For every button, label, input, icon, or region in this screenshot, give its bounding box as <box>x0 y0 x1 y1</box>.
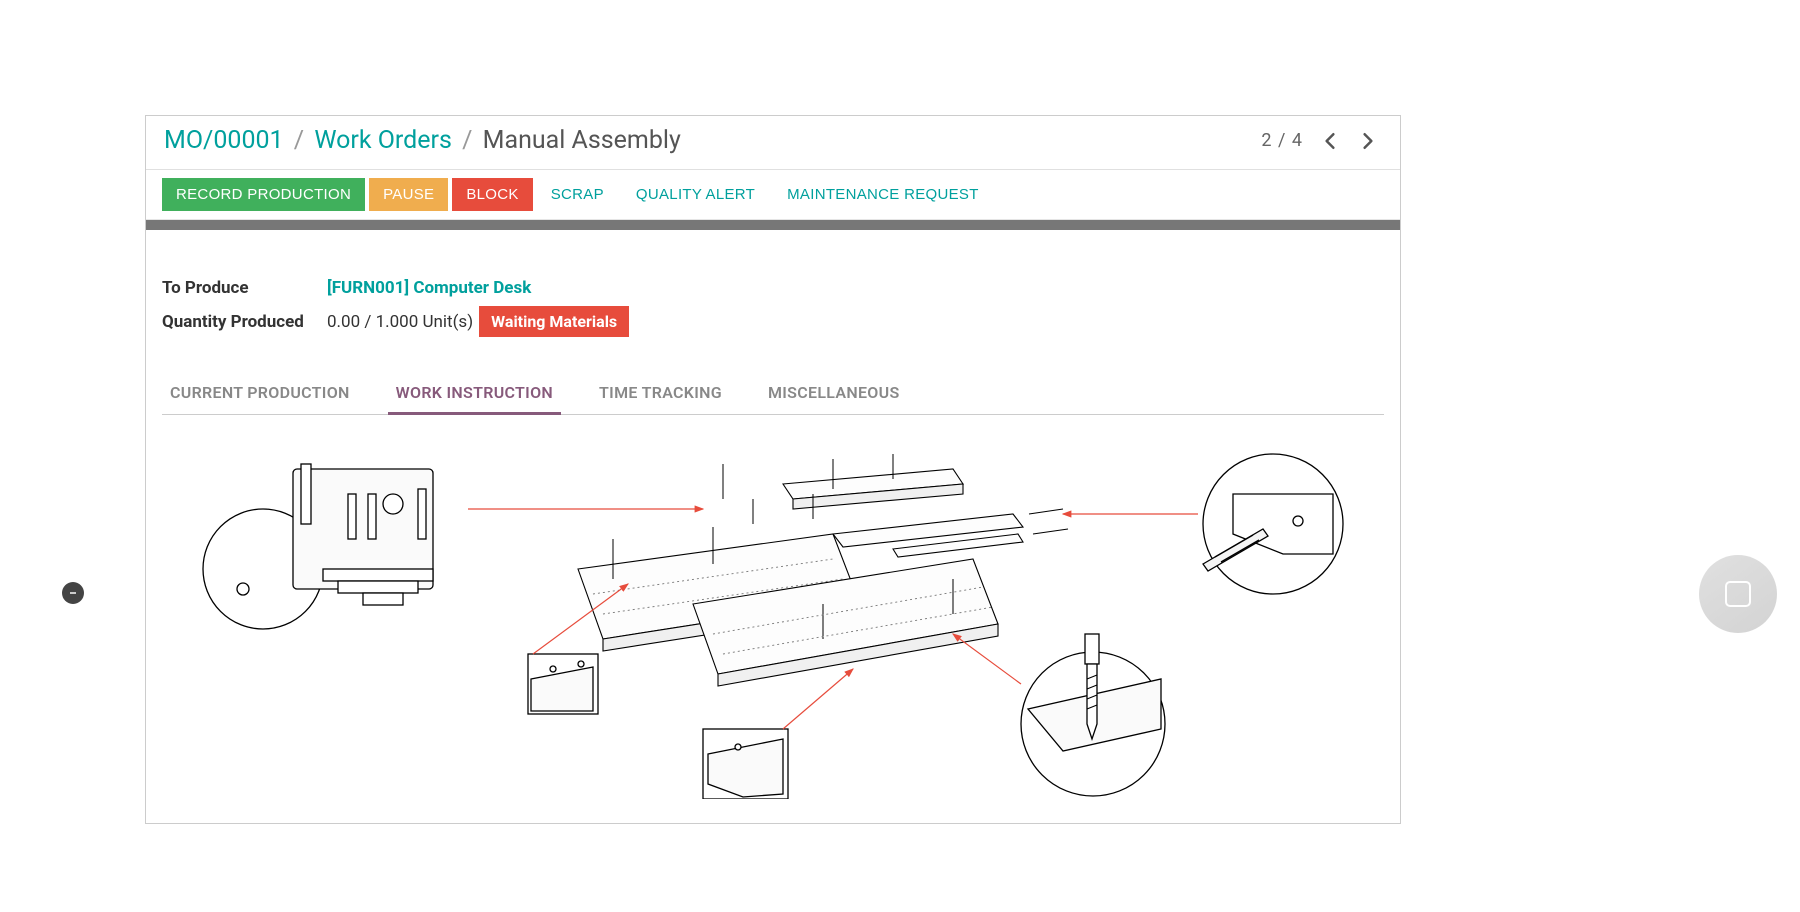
work-order-panel: MO/00001 / Work Orders / Manual Assembly… <box>145 115 1401 824</box>
tab-time-tracking[interactable]: TIME TRACKING <box>591 373 730 415</box>
header-row: MO/00001 / Work Orders / Manual Assembly… <box>146 116 1400 170</box>
breadcrumb-current: Manual Assembly <box>483 126 681 155</box>
progress-divider <box>146 220 1400 230</box>
tab-miscellaneous[interactable]: MISCELLANEOUS <box>760 373 908 415</box>
maintenance-request-button[interactable]: MAINTENANCE REQUEST <box>773 178 993 211</box>
product-link[interactable]: [FURN001] Computer Desk <box>327 278 531 298</box>
breadcrumb-separator: / <box>462 126 472 155</box>
info-section: To Produce [FURN001] Computer Desk Quant… <box>162 278 1384 337</box>
pager-prev-button[interactable] <box>1316 127 1344 155</box>
to-produce-label: To Produce <box>162 278 327 298</box>
chevron-right-icon <box>1362 132 1374 150</box>
tab-work-instruction[interactable]: WORK INSTRUCTION <box>388 373 561 415</box>
pause-button[interactable]: PAUSE <box>369 178 448 211</box>
breadcrumb-section-link[interactable]: Work Orders <box>314 126 452 155</box>
tab-current-production[interactable]: CURRENT PRODUCTION <box>162 373 358 415</box>
work-instruction-diagram <box>162 439 1384 803</box>
quality-alert-button[interactable]: QUALITY ALERT <box>622 178 769 211</box>
pager-count: 2 / 4 <box>1261 130 1302 151</box>
status-badge: Waiting Materials <box>479 306 629 337</box>
breadcrumb-separator: / <box>294 126 304 155</box>
device-home-button[interactable] <box>1699 555 1777 633</box>
block-button[interactable]: BLOCK <box>452 178 532 211</box>
content-area: To Produce [FURN001] Computer Desk Quant… <box>146 230 1400 823</box>
pager-next-button[interactable] <box>1354 127 1382 155</box>
toolbar: RECORD PRODUCTION PAUSE BLOCK SCRAP QUAL… <box>146 170 1400 220</box>
scrap-button[interactable]: SCRAP <box>537 178 618 211</box>
chevron-left-icon <box>1324 132 1336 150</box>
quantity-value: 0.00 / 1.000 Unit(s) <box>327 312 473 332</box>
info-row-product: To Produce [FURN001] Computer Desk <box>162 278 1384 298</box>
info-row-quantity: Quantity Produced 0.00 / 1.000 Unit(s) W… <box>162 306 1384 337</box>
quantity-produced-label: Quantity Produced <box>162 312 327 332</box>
record-production-button[interactable]: RECORD PRODUCTION <box>162 178 365 211</box>
assembly-diagram-icon <box>192 439 1354 799</box>
device-camera-icon <box>62 582 84 604</box>
pager: 2 / 4 <box>1261 127 1382 155</box>
breadcrumb: MO/00001 / Work Orders / Manual Assembly <box>164 126 681 155</box>
breadcrumb-order-link[interactable]: MO/00001 <box>164 126 284 155</box>
tabs: CURRENT PRODUCTION WORK INSTRUCTION TIME… <box>162 373 1384 415</box>
